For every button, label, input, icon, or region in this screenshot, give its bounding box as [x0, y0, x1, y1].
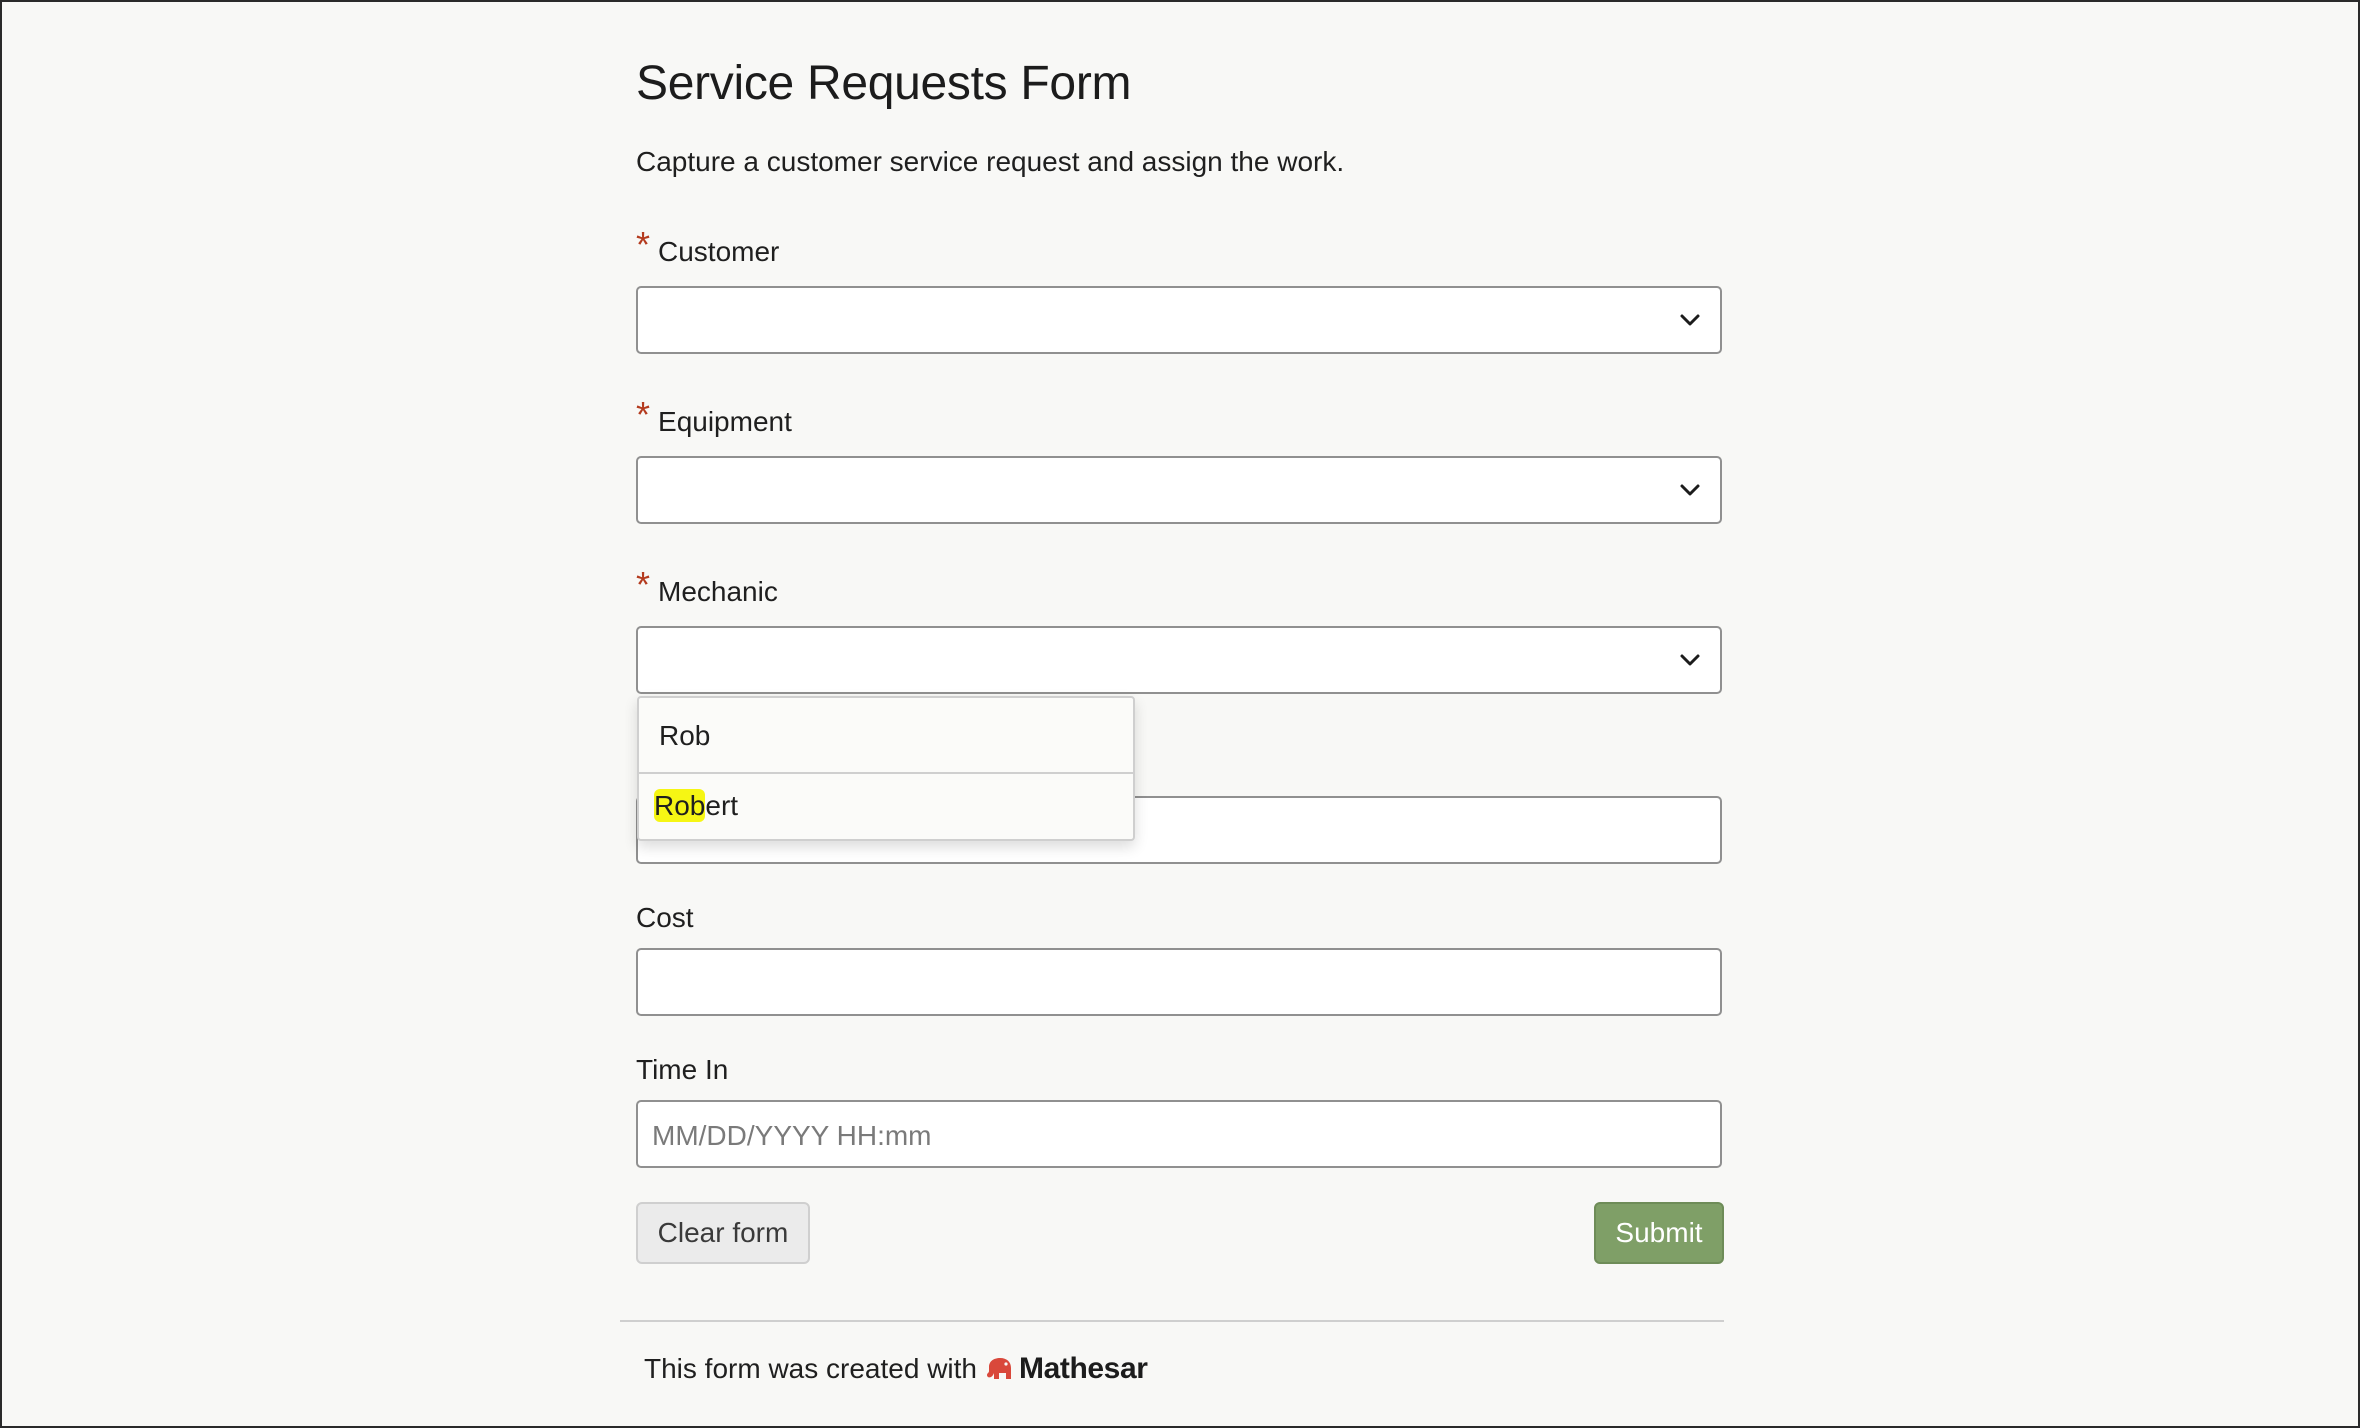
page-frame — [0, 0, 2360, 1428]
mathesar-link[interactable]: Mathesar — [985, 1352, 1148, 1386]
required-marker: * — [636, 224, 651, 265]
chevron-down-icon — [1680, 484, 1700, 496]
customer-select[interactable] — [636, 286, 1722, 354]
time-in-input[interactable]: MM/DD/YYYY HH:mm — [636, 1100, 1722, 1168]
dropdown-search-input[interactable]: Rob — [639, 698, 1133, 774]
required-marker: * — [636, 564, 651, 605]
footer-divider — [620, 1320, 1724, 1322]
mechanic-select[interactable] — [636, 626, 1722, 694]
equipment-label: * Equipment — [636, 394, 792, 437]
equipment-select[interactable] — [636, 456, 1722, 524]
clear-form-button[interactable]: Clear form — [636, 1202, 810, 1264]
cost-input[interactable] — [636, 948, 1722, 1016]
dropdown-option[interactable]: Robert — [639, 774, 1133, 840]
time-in-label: Time In — [636, 1054, 729, 1085]
footer-text: This form was created with — [644, 1353, 977, 1384]
footer: This form was created with Mathesar — [644, 1352, 1148, 1386]
chevron-down-icon — [1680, 654, 1700, 666]
cost-label: Cost — [636, 902, 694, 933]
customer-label: * Customer — [636, 224, 780, 267]
chevron-down-icon — [1680, 314, 1700, 326]
submit-button[interactable]: Submit — [1594, 1202, 1724, 1264]
mechanic-label: * Mechanic — [636, 564, 778, 607]
form-description: Capture a customer service request and a… — [636, 146, 1345, 177]
elephant-icon — [987, 1358, 1011, 1379]
required-marker: * — [636, 394, 651, 435]
mechanic-dropdown: Rob Robert — [637, 696, 1135, 841]
time-in-placeholder: MM/DD/YYYY HH:mm — [652, 1120, 932, 1151]
brand-name: Mathesar — [1019, 1352, 1148, 1385]
match-highlight: Rob — [654, 789, 706, 822]
form-title: Service Requests Form — [636, 57, 1132, 110]
